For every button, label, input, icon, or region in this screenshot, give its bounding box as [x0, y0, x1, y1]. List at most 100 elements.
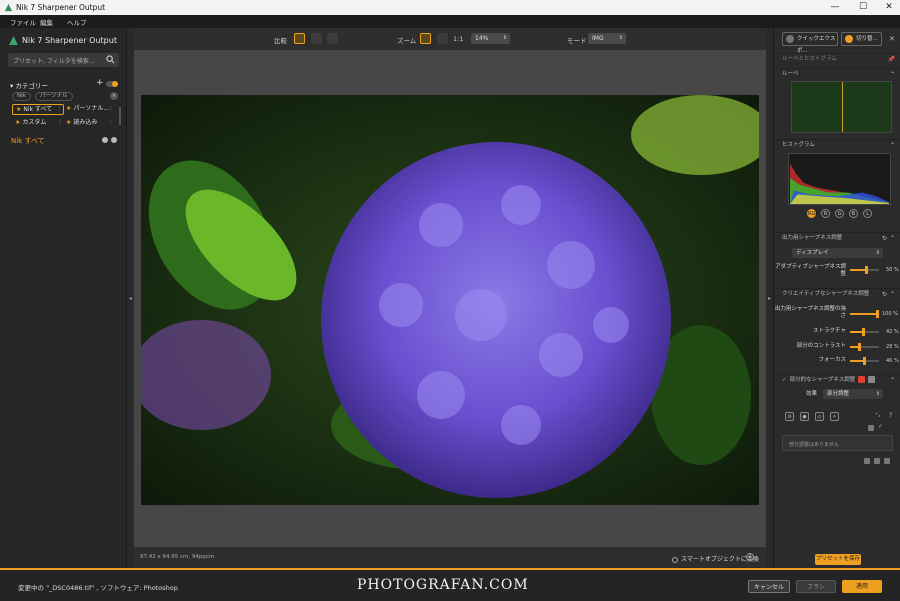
- focus-value: 46 %: [886, 358, 899, 364]
- effect-label: 効果: [805, 391, 817, 397]
- effect-select[interactable]: 部分調整 ⇕: [823, 389, 883, 399]
- structure-slider[interactable]: [850, 328, 879, 336]
- section-loupe[interactable]: ルーペ ⌃: [774, 68, 900, 79]
- section-label: クリエイティブなシャープネス調整: [782, 291, 870, 297]
- focus-slider[interactable]: [850, 357, 879, 365]
- more-icon[interactable]: ⋮: [108, 105, 114, 112]
- compare-single-icon[interactable]: [294, 33, 305, 44]
- preview-photo[interactable]: [141, 95, 759, 505]
- mask-color-icon[interactable]: [858, 376, 865, 383]
- zoom-fill-icon[interactable]: [437, 33, 448, 44]
- cancel-button[interactable]: キャンセル: [748, 580, 790, 593]
- chip-nik[interactable]: Nik: [12, 92, 31, 101]
- close-button[interactable]: ✕: [876, 1, 900, 14]
- collapse-right-icon[interactable]: ▸: [768, 295, 771, 302]
- adaptive-sharpening-value: 50 %: [886, 267, 899, 273]
- channel-l[interactable]: L: [863, 209, 872, 218]
- copy-icon[interactable]: [874, 458, 880, 464]
- section-histogram[interactable]: ヒストグラム ⌃: [774, 139, 900, 150]
- collapse-panel-icon[interactable]: ✕: [889, 35, 895, 43]
- category-header[interactable]: ▾ カテゴリー: [10, 80, 48, 90]
- reset-icon: ↻: [881, 235, 887, 242]
- help-icon[interactable]: ?: [889, 412, 892, 419]
- more-icon[interactable]: ⋮: [108, 119, 114, 126]
- title-bar: Nik 7 Sharpener Output — ☐ ✕: [0, 0, 900, 15]
- mode-select[interactable]: IMG ⇕: [588, 33, 626, 44]
- link-icon[interactable]: ⁺ₓ: [875, 412, 881, 419]
- clear-chips-icon[interactable]: ×: [110, 92, 118, 100]
- brush-button[interactable]: ブラシ: [796, 580, 836, 593]
- loupe-preview[interactable]: [791, 81, 892, 133]
- local-contrast-slider[interactable]: [850, 343, 879, 351]
- category-label: カスタム: [22, 119, 47, 126]
- star-icon: ★: [66, 119, 72, 126]
- channel-b[interactable]: B: [849, 209, 858, 218]
- section-output-sharpening[interactable]: 出力用シャープネス調整 ↻ ⌃: [774, 232, 900, 243]
- collapse-left-icon[interactable]: ◂: [129, 295, 132, 302]
- category-toggle[interactable]: [106, 81, 118, 87]
- channel-r[interactable]: R: [821, 209, 830, 218]
- subheading-nik-all: Nik すべて: [11, 137, 45, 145]
- chevron-up-icon: ⌃: [889, 71, 895, 78]
- zoom-one-to-one[interactable]: 1:1: [453, 35, 463, 43]
- subheading-icons: [102, 137, 120, 145]
- category-personal[interactable]: ★ パーソナル...: [63, 104, 111, 115]
- histogram-graph: [788, 153, 891, 205]
- adaptive-sharpening-label: アダプティブシャープネス調整: [775, 264, 846, 277]
- switch-button[interactable]: 切り替...: [841, 32, 882, 46]
- magic-icon[interactable]: ✧: [830, 412, 839, 421]
- chip-personal[interactable]: パーソナル: [35, 92, 73, 101]
- menu-help[interactable]: ヘルプ: [67, 17, 87, 27]
- star-icon: ★: [15, 119, 21, 126]
- output-type-select[interactable]: ディスプレイ ⇕: [792, 248, 883, 258]
- help-icon[interactable]: ?: [746, 553, 754, 561]
- brush-icon[interactable]: ◉: [800, 412, 809, 421]
- layer-icon[interactable]: [868, 425, 874, 431]
- check-icon[interactable]: ✓: [878, 423, 883, 430]
- minimize-button[interactable]: —: [822, 1, 848, 14]
- section-creative-sharpening[interactable]: クリエイティブなシャープネス調整 ↻ ⌃: [774, 288, 900, 299]
- add-icon[interactable]: [102, 137, 108, 143]
- add-category-icon[interactable]: +: [96, 78, 104, 88]
- section-label: ヒストグラム: [782, 142, 815, 148]
- mask-view-icon[interactable]: [868, 376, 875, 383]
- compare-split-icon[interactable]: [311, 33, 322, 44]
- category-scrollbar[interactable]: [119, 107, 121, 125]
- app-name: Nik 7 Sharpener Output: [22, 36, 117, 45]
- local-adjustments-list: 部分調整はありません: [782, 435, 893, 451]
- chevron-up-icon: ⌃: [889, 291, 895, 298]
- local-contrast-label: 部分のコントラスト: [796, 343, 846, 349]
- chevron-up-icon: ⌃: [889, 142, 895, 149]
- zoom-fit-icon[interactable]: [420, 33, 431, 44]
- reset-icon: ↻: [881, 291, 887, 298]
- right-panel: クイックエクスポ... 切り替... ✕ ルーペとヒストグラム 📌 ルーペ ⌃ ヒス…: [773, 28, 900, 568]
- control-point-icon[interactable]: ⊙: [785, 412, 794, 421]
- switch-label: 切り替...: [856, 36, 878, 42]
- save-preset-button[interactable]: プリセットを保存: [815, 554, 861, 565]
- channel-g[interactable]: G: [835, 209, 844, 218]
- shape-icon[interactable]: ◇: [815, 412, 824, 421]
- compare-label: 比較: [274, 37, 287, 45]
- duplicate-icon[interactable]: [864, 458, 870, 464]
- section-local-sharpening[interactable]: ✓ 部分的なシャープネス調整 ⌃: [774, 374, 900, 385]
- updown-icon: ⇕: [502, 35, 507, 41]
- settings-icon[interactable]: [111, 137, 117, 143]
- category-import[interactable]: ★ 読み込み: [63, 118, 111, 129]
- channel-rgb[interactable]: RGB: [807, 209, 819, 218]
- switch-icon: [845, 35, 853, 43]
- section-loupe-histogram[interactable]: ルーペとヒストグラム 📌: [774, 53, 900, 64]
- search-input[interactable]: プリセット, フィルタを検索...: [8, 53, 119, 67]
- compare-side-icon[interactable]: [327, 33, 338, 44]
- apply-button[interactable]: 適用: [842, 580, 882, 593]
- menu-edit[interactable]: 編集: [40, 17, 53, 27]
- adaptive-sharpening-slider[interactable]: [850, 266, 879, 274]
- section-label: 出力用シャープネス調整: [782, 235, 843, 241]
- trash-icon[interactable]: [884, 458, 890, 464]
- maximize-button[interactable]: ☐: [850, 1, 876, 14]
- quick-export-button[interactable]: クイックエクスポ...: [782, 32, 838, 54]
- output-strength-slider[interactable]: [850, 310, 879, 318]
- menu-bar: ファイル 編集 ヘルプ: [0, 15, 900, 28]
- zoom-select[interactable]: 14% ⇕: [471, 33, 510, 44]
- status-bar: 97.42 x 64.95 cm, 94ppcm スマートオブジェクトに変換 ?: [134, 547, 766, 567]
- menu-file[interactable]: ファイル: [10, 17, 36, 27]
